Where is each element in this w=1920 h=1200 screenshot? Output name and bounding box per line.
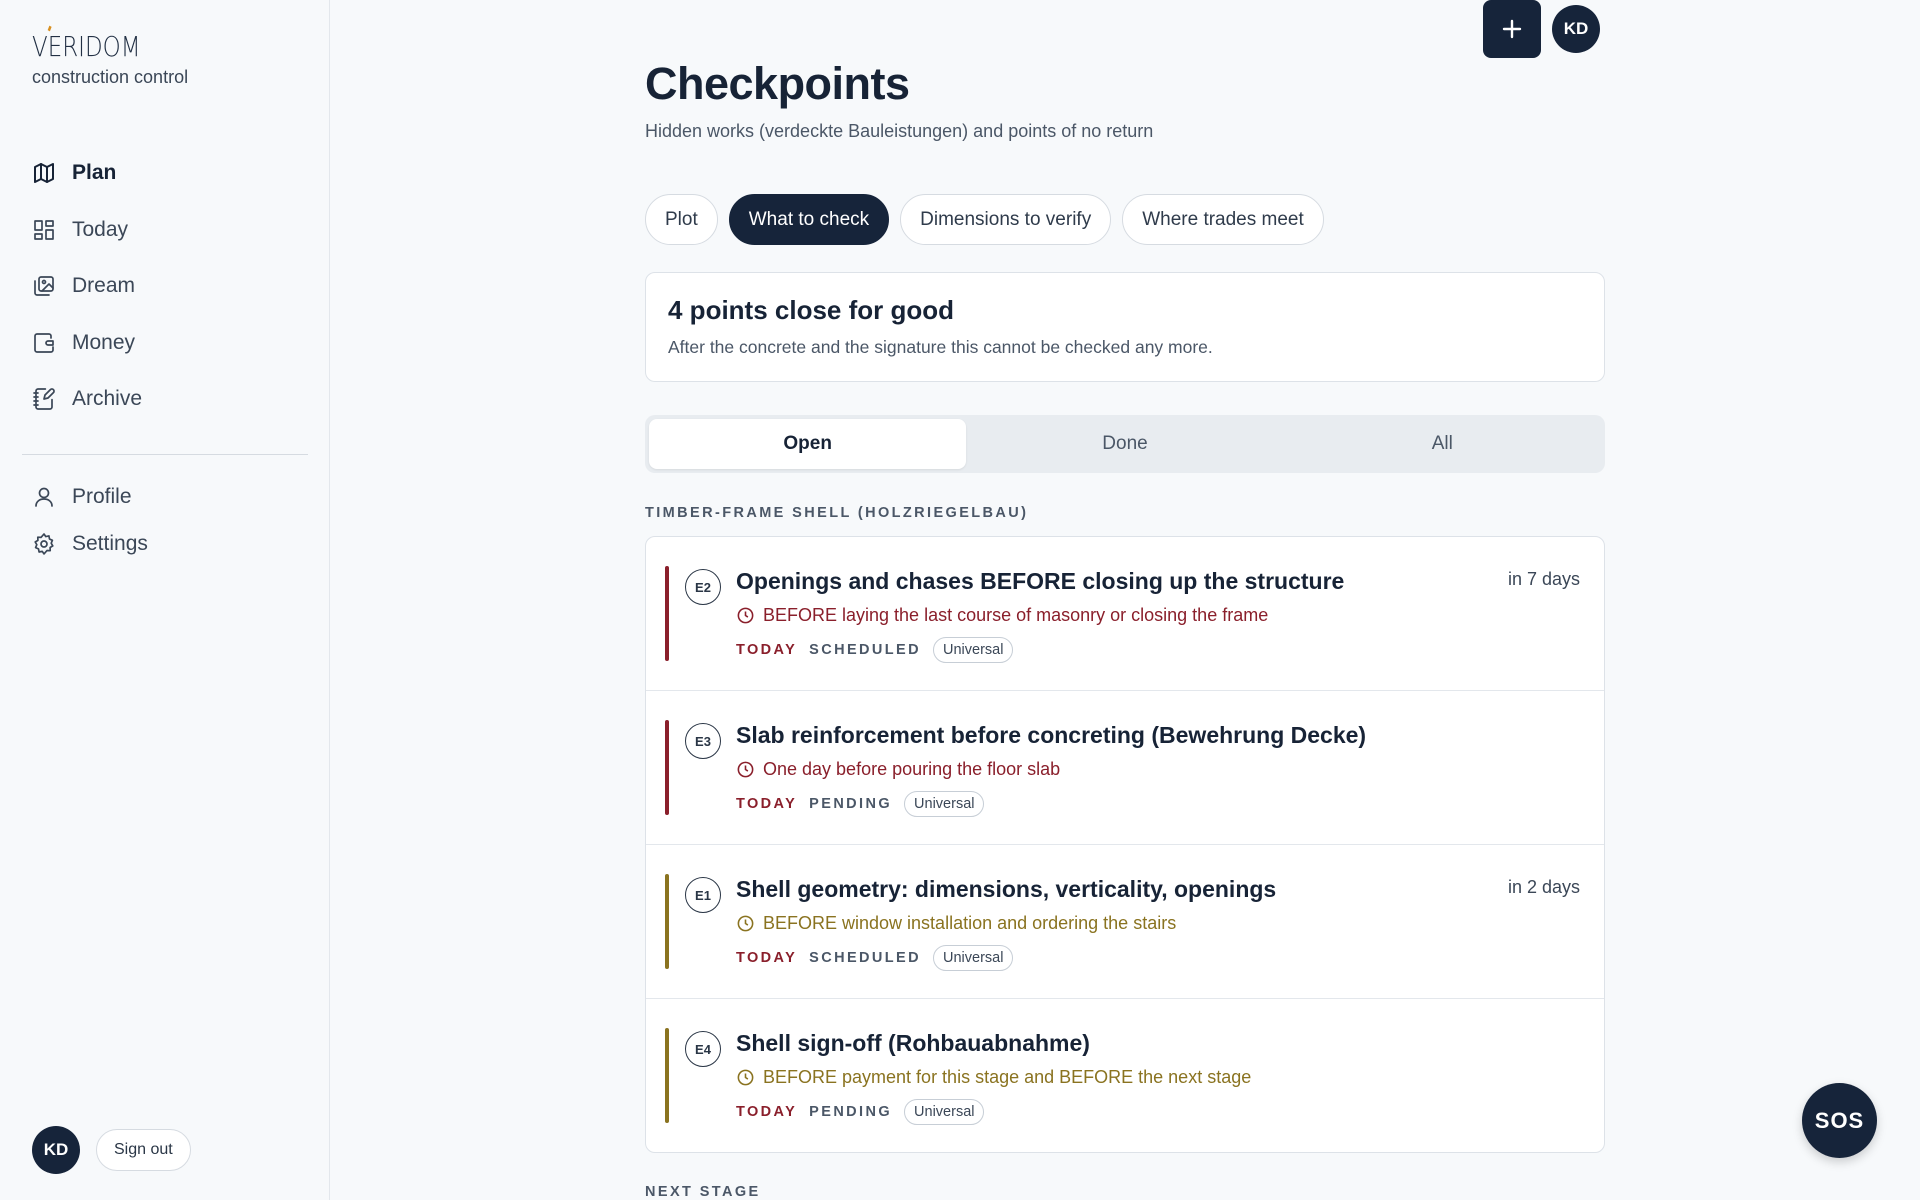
nav-item-plan[interactable]: Plan <box>32 145 302 202</box>
clock-icon <box>737 1069 754 1086</box>
nav-item-label: Today <box>72 217 129 241</box>
nav-item-profile[interactable]: Profile <box>32 473 302 520</box>
nav-item-today[interactable]: Today <box>32 202 302 259</box>
nav-item-dream[interactable]: Dream <box>32 258 302 315</box>
checkpoint-meta: TODAY SCHEDULED Universal <box>736 637 1014 663</box>
gallery-icon <box>32 274 56 298</box>
today-tag: TODAY <box>736 796 798 812</box>
status-tag: SCHEDULED <box>809 642 922 658</box>
clock-icon <box>737 607 754 624</box>
status-tag: SCHEDULED <box>809 950 922 966</box>
checkpoint-when: BEFORE payment for this stage and BEFORE… <box>736 1067 1251 1088</box>
checkpoint-item[interactable]: E4 Shell sign-off (Rohbauabnahme) BEFORE… <box>646 999 1604 1152</box>
main-nav: Plan Today Dream Money Archive <box>32 145 302 428</box>
sidebar-footer: KD Sign out <box>32 1126 191 1174</box>
checkpoint-code: E4 <box>685 1031 721 1067</box>
gear-icon <box>32 532 56 556</box>
checkpoint-due: in 2 days <box>1507 877 1580 897</box>
checkpoint-due: in 7 days <box>1507 569 1580 589</box>
checkpoint-item[interactable]: E3 Slab reinforcement before concreting … <box>646 691 1604 845</box>
tab-what-to-check[interactable]: What to check <box>728 194 890 245</box>
checkpoint-when: One day before pouring the floor slab <box>736 759 1060 780</box>
urgency-bar <box>665 720 669 815</box>
status-tag: PENDING <box>809 796 893 812</box>
notebook-icon <box>32 387 56 411</box>
view-tabs: Plot What to check Dimensions to verify … <box>645 194 1324 245</box>
summary-text: After the concrete and the signature thi… <box>668 337 1213 357</box>
checkpoint-code: E2 <box>685 569 721 605</box>
dashboard-icon <box>32 218 56 242</box>
page-title: Checkpoints <box>645 58 910 109</box>
checkpoint-meta: TODAY SCHEDULED Universal <box>736 945 1014 971</box>
brand[interactable]: VERIDOM construction control <box>32 25 189 88</box>
nav-item-label: Money <box>72 330 136 354</box>
checkpoint-when: BEFORE laying the last course of masonry… <box>736 605 1268 626</box>
urgency-bar <box>665 874 669 969</box>
nav-item-label: Dream <box>72 274 136 298</box>
checkpoint-meta: TODAY PENDING Universal <box>736 1099 985 1125</box>
map-icon <box>32 161 56 185</box>
clock-icon <box>737 915 754 932</box>
filter-open[interactable]: Open <box>649 419 967 469</box>
filter-done[interactable]: Done <box>966 419 1283 469</box>
checkpoint-item[interactable]: E1 Shell geometry: dimensions, verticali… <box>646 845 1604 999</box>
filter-all[interactable]: All <box>1284 419 1601 469</box>
nav-item-label: Plan <box>72 161 117 185</box>
sign-out-button[interactable]: Sign out <box>96 1129 191 1171</box>
checkpoint-code: E3 <box>685 723 721 759</box>
today-tag: TODAY <box>736 1104 798 1120</box>
checkpoint-list: E2 Openings and chases BEFORE closing up… <box>645 536 1605 1153</box>
user-icon <box>32 485 56 509</box>
nav-item-label: Archive <box>72 387 143 411</box>
checkpoint-title: Shell geometry: dimensions, verticality,… <box>736 876 1277 902</box>
nav-item-label: Settings <box>72 531 148 555</box>
sos-button[interactable]: SOS <box>1802 1083 1877 1158</box>
tab-where-trades-meet[interactable]: Where trades meet <box>1122 194 1324 245</box>
summary-title: 4 points close for good <box>668 295 955 325</box>
today-tag: TODAY <box>736 950 798 966</box>
nav-item-money[interactable]: Money <box>32 315 302 372</box>
section-label-next-stage: NEXT STAGE <box>645 1184 761 1200</box>
summary-card: 4 points close for good After the concre… <box>645 272 1605 382</box>
plus-icon <box>1502 19 1522 39</box>
checkpoint-when: BEFORE window installation and ordering … <box>736 913 1176 934</box>
status-filter: Open Done All <box>645 415 1605 473</box>
scope-badge: Universal <box>933 637 1014 663</box>
section-label: TIMBER-FRAME SHELL (HOLZRIEGELBAU) <box>645 505 1029 521</box>
today-tag: TODAY <box>736 642 798 658</box>
checkpoint-meta: TODAY PENDING Universal <box>736 791 985 817</box>
nav-divider <box>22 454 308 455</box>
tab-plot[interactable]: Plot <box>645 194 718 245</box>
header-avatar[interactable]: KD <box>1552 5 1600 53</box>
scope-badge: Universal <box>904 791 985 817</box>
avatar[interactable]: KD <box>32 1126 80 1174</box>
checkpoint-code: E1 <box>685 877 721 913</box>
checkpoint-title: Shell sign-off (Rohbauabnahme) <box>736 1030 1090 1056</box>
status-tag: PENDING <box>809 1104 893 1120</box>
scope-badge: Universal <box>904 1099 985 1125</box>
sidebar: VERIDOM construction control Plan Today … <box>0 0 330 1200</box>
brand-logo: VERIDOM <box>32 25 141 63</box>
page-subtitle: Hidden works (verdeckte Bauleistungen) a… <box>645 121 1154 141</box>
checkpoint-item[interactable]: E2 Openings and chases BEFORE closing up… <box>646 537 1604 691</box>
scope-badge: Universal <box>933 945 1014 971</box>
nav-item-archive[interactable]: Archive <box>32 371 302 428</box>
wallet-icon <box>32 331 56 355</box>
add-button[interactable] <box>1483 0 1541 58</box>
tab-dimensions-to-verify[interactable]: Dimensions to verify <box>900 194 1112 245</box>
secondary-nav: Profile Settings <box>32 473 302 567</box>
nav-item-settings[interactable]: Settings <box>32 520 302 567</box>
clock-icon <box>737 761 754 778</box>
checkpoint-title: Openings and chases BEFORE closing up th… <box>736 568 1345 594</box>
nav-item-label: Profile <box>72 484 132 508</box>
urgency-bar <box>665 566 669 661</box>
checkpoint-title: Slab reinforcement before concreting (Be… <box>736 722 1367 748</box>
urgency-bar <box>665 1028 669 1123</box>
brand-subtitle: construction control <box>32 67 189 87</box>
